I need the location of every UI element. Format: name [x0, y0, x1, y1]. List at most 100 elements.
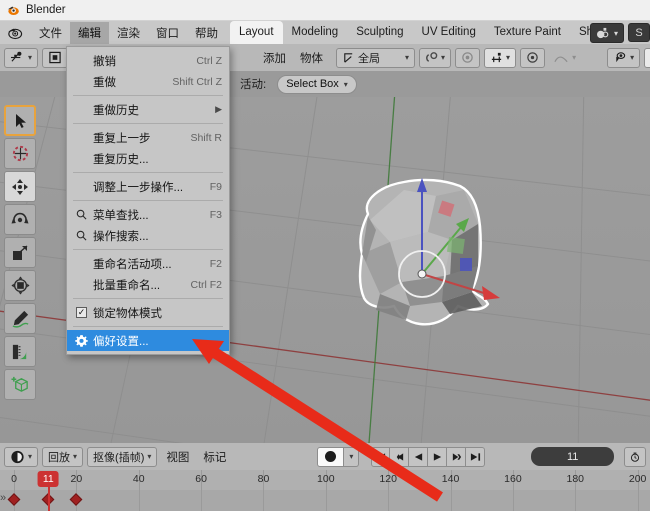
- tab-texture-paint[interactable]: Texture Paint: [485, 21, 570, 44]
- workspace-tabs: Layout Modeling Sculpting UV Editing Tex…: [230, 21, 602, 44]
- pb-play-reverse[interactable]: [409, 447, 428, 467]
- keyframe-marker[interactable]: [70, 493, 83, 506]
- ruler-tick-label: 140: [442, 473, 460, 485]
- menubar-item-edit[interactable]: 编辑: [70, 22, 109, 44]
- menu-redo[interactable]: 重做 Shift Ctrl Z: [67, 71, 229, 92]
- pb-jump-end[interactable]: [466, 447, 485, 467]
- playhead-line: [48, 487, 50, 511]
- menu-undo-history-label: 重做历史: [90, 102, 209, 118]
- window-title: Blender: [26, 4, 66, 16]
- menu-redo-shortcut: Shift Ctrl Z: [172, 76, 222, 88]
- blender-logo-icon[interactable]: [6, 24, 23, 41]
- menubar-item-render[interactable]: 渲染: [109, 22, 148, 44]
- editor-type-button[interactable]: ▾: [4, 48, 38, 68]
- keying-label: 抠像(插帧): [93, 449, 144, 465]
- menu-separator: [73, 298, 223, 299]
- menu-batch-rename-shortcut: Ctrl F2: [191, 279, 223, 291]
- edit-dropdown-menu[interactable]: 撤销 Ctrl Z 重做 Shift Ctrl Z 重做历史 ▶ 重复上一步 S…: [66, 46, 230, 355]
- tool-cursor[interactable]: [4, 138, 36, 169]
- falloff-curve-button[interactable]: ▾: [549, 48, 581, 68]
- ruler-tick-label: 40: [133, 473, 145, 485]
- menu-lock-object-modes[interactable]: ✓ 锁定物体模式: [67, 302, 229, 323]
- transform-orientation-dropdown[interactable]: 全局 ▾: [336, 48, 415, 68]
- menu-operator-search[interactable]: 操作搜索...: [67, 225, 229, 246]
- menubar-item-help[interactable]: 帮助: [187, 22, 226, 44]
- timeline-view-menu[interactable]: 视图: [161, 449, 194, 465]
- tool-move[interactable]: [4, 171, 36, 202]
- mesh-object-selected[interactable]: [332, 170, 532, 345]
- tool-select-box[interactable]: [4, 105, 36, 136]
- gizmo-button[interactable]: [644, 48, 650, 68]
- menu-menu-search-shortcut: F3: [210, 209, 222, 221]
- pb-prev-keyframe[interactable]: [390, 447, 409, 467]
- channel-expand-icon[interactable]: »: [0, 492, 6, 504]
- ruler-tick-label: 120: [379, 473, 397, 485]
- menu-add[interactable]: 添加: [258, 50, 291, 66]
- tab-modeling[interactable]: Modeling: [283, 21, 348, 44]
- menubar-item-window[interactable]: 窗口: [148, 22, 187, 44]
- snap-magnet-button[interactable]: ▾: [419, 48, 451, 68]
- menu-menu-search[interactable]: 菜单查找... F3: [67, 204, 229, 225]
- timeline-ruler[interactable]: 020406080100120140160180200 11 »: [0, 470, 650, 511]
- ruler-tick-label: 100: [317, 473, 335, 485]
- menu-repeat-history-label: 重复历史...: [90, 151, 222, 167]
- pb-jump-start[interactable]: [371, 447, 390, 467]
- tab-sculpting[interactable]: Sculpting: [347, 21, 412, 44]
- object-mode-button[interactable]: [42, 48, 68, 68]
- proportional-editing-button[interactable]: [455, 48, 480, 68]
- tab-layout[interactable]: Layout: [230, 21, 283, 44]
- auto-keying-dropdown[interactable]: ▾: [344, 447, 359, 467]
- ruler-tick-label: 180: [567, 473, 585, 485]
- tool-rotate[interactable]: [4, 204, 36, 235]
- menu-repeat-last[interactable]: 重复上一步 Shift R: [67, 127, 229, 148]
- pb-next-keyframe[interactable]: [447, 447, 466, 467]
- menu-adjust-last-operation-label: 调整上一步操作...: [90, 179, 210, 195]
- playhead-label[interactable]: 11: [38, 471, 59, 487]
- timeline-editor-type-button[interactable]: ▾: [4, 447, 38, 467]
- tool-measure[interactable]: [4, 336, 36, 367]
- select-box-dropdown[interactable]: Select Box ▾: [277, 75, 357, 94]
- pb-play[interactable]: [428, 447, 447, 467]
- timeline-marker-menu[interactable]: 标记: [198, 449, 231, 465]
- playback-label: 回放: [48, 449, 70, 465]
- menu-undo-label: 撤销: [90, 53, 196, 69]
- menu-batch-rename[interactable]: 批量重命名... Ctrl F2: [67, 274, 229, 295]
- menubar-item-file[interactable]: 文件: [31, 22, 70, 44]
- scene-selector[interactable]: ▾: [590, 23, 624, 43]
- tool-scale[interactable]: [4, 237, 36, 268]
- menu-adjust-last-operation-shortcut: F9: [210, 181, 222, 193]
- tab-uv-editing[interactable]: UV Editing: [413, 21, 485, 44]
- menu-separator: [73, 95, 223, 96]
- checkbox-icon[interactable]: ✓: [73, 307, 90, 318]
- keying-dropdown[interactable]: 抠像(插帧) ▾: [87, 447, 157, 467]
- menu-rename-active[interactable]: 重命名活动项... F2: [67, 253, 229, 274]
- menu-rename-active-shortcut: F2: [210, 258, 222, 270]
- menu-separator: [73, 123, 223, 124]
- playback-dropdown[interactable]: 回放 ▾: [42, 447, 83, 467]
- scene-name-field[interactable]: S: [628, 23, 650, 42]
- menu-preferences[interactable]: 偏好设置...: [67, 330, 229, 351]
- search-icon: [73, 209, 90, 220]
- menu-undo-history[interactable]: 重做历史 ▶: [67, 99, 229, 120]
- menu-repeat-last-label: 重复上一步: [90, 130, 190, 146]
- current-frame-field[interactable]: 11: [531, 447, 614, 466]
- menu-operator-search-label: 操作搜索...: [90, 228, 222, 244]
- menu-adjust-last-operation[interactable]: 调整上一步操作... F9: [67, 176, 229, 197]
- tool-add-cube[interactable]: [4, 369, 36, 400]
- proportional-grid-button[interactable]: ▾: [484, 48, 516, 68]
- visibility-button[interactable]: ▾: [607, 48, 640, 68]
- tool-annotate[interactable]: [4, 303, 36, 334]
- menu-rename-active-label: 重命名活动项...: [90, 256, 210, 272]
- window-titlebar: Blender: [0, 0, 650, 21]
- falloff-button[interactable]: [520, 48, 545, 68]
- menu-undo[interactable]: 撤销 Ctrl Z: [67, 50, 229, 71]
- ruler-tick-label: 20: [71, 473, 83, 485]
- menu-object[interactable]: 物体: [295, 50, 328, 66]
- keyframe-marker[interactable]: [8, 493, 21, 506]
- menu-repeat-history[interactable]: 重复历史...: [67, 148, 229, 169]
- timer-icon[interactable]: [624, 447, 646, 467]
- viewport-toolbar: [4, 105, 38, 400]
- tool-transform[interactable]: [4, 270, 36, 301]
- select-box-value: Select Box: [286, 78, 339, 90]
- auto-keying-button[interactable]: [317, 447, 344, 467]
